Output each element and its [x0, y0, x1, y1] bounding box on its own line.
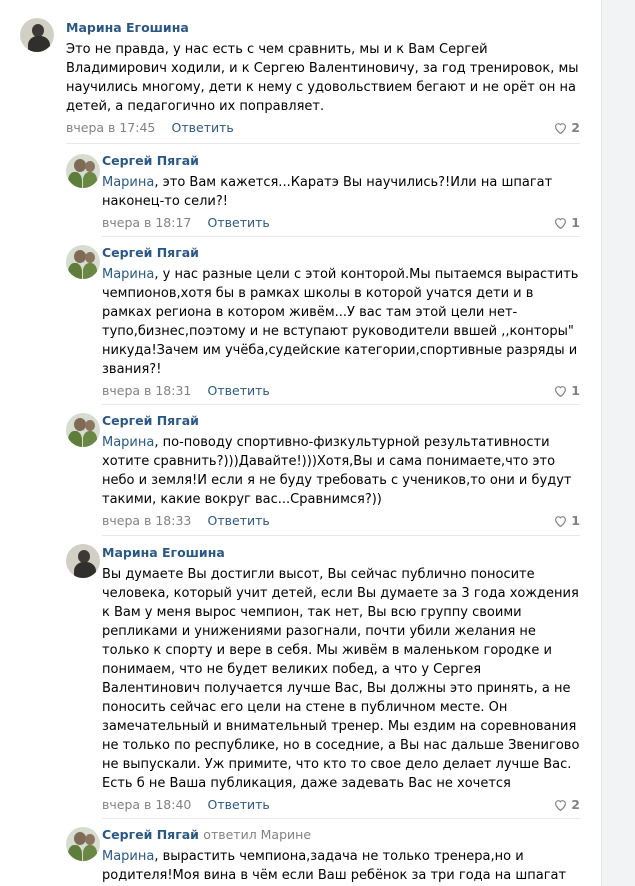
divider: [102, 404, 580, 405]
avatar[interactable]: [66, 544, 100, 578]
reply-button[interactable]: Ответить: [208, 513, 270, 528]
heart-icon: [555, 386, 567, 397]
comment-author[interactable]: Марина Егошина: [66, 20, 580, 36]
avatar[interactable]: [66, 245, 100, 279]
reply-button[interactable]: Ответить: [208, 797, 270, 812]
mention-link[interactable]: Марина: [102, 849, 154, 864]
heart-icon: [555, 800, 567, 811]
comment-text: Это не правда, у нас есть с чем сравнить…: [66, 42, 579, 114]
heart-icon: [555, 218, 567, 229]
comment-text: Марина, по-поводу спортивно-физкультурно…: [102, 435, 572, 507]
comment-author: Сергей Пягай ответил Марине: [102, 827, 580, 843]
avatar[interactable]: [20, 18, 54, 52]
like-button[interactable]: 2: [554, 119, 580, 137]
comment-author[interactable]: Сергей Пягай: [102, 245, 580, 261]
like-button[interactable]: 1: [554, 382, 580, 400]
comment-text: Вы думаете Вы достигли высот, Вы сейчас …: [102, 567, 580, 791]
comment-author[interactable]: Сергей Пягай: [102, 153, 580, 169]
avatar[interactable]: [66, 154, 100, 188]
like-count: 1: [571, 383, 580, 398]
reply-button[interactable]: Ответить: [208, 215, 270, 230]
avatar[interactable]: [66, 827, 100, 861]
comment-time[interactable]: вчера в 18:17: [102, 215, 191, 230]
like-button[interactable]: 1: [554, 214, 580, 232]
like-button[interactable]: 2: [554, 796, 580, 814]
divider: [102, 818, 580, 819]
mention-link[interactable]: Марина: [102, 267, 154, 282]
like-button[interactable]: 1: [554, 512, 580, 530]
like-count: 2: [571, 120, 580, 135]
like-count: 1: [571, 215, 580, 230]
divider: [102, 535, 580, 536]
comment-meta: вчера в 18:31 Ответить 1: [102, 382, 580, 400]
heart-icon: [555, 516, 567, 527]
comment-meta: вчера в 18:33 Ответить 1: [102, 512, 580, 530]
comment-text: Марина, вырастить чемпиона,задача не тол…: [102, 849, 567, 883]
divider: [66, 143, 580, 144]
comment-meta: вчера в 18:40 Ответить 2: [102, 796, 580, 814]
reply-to-label[interactable]: ответил Марине: [203, 827, 311, 842]
like-count: 1: [571, 513, 580, 528]
comment-time[interactable]: вчера в 18:33: [102, 513, 191, 528]
comment-time[interactable]: вчера в 18:40: [102, 797, 191, 812]
reply-button[interactable]: Ответить: [172, 120, 234, 135]
author-link[interactable]: Сергей Пягай: [102, 827, 199, 842]
mention-link[interactable]: Марина: [102, 435, 154, 450]
comment-author[interactable]: Марина Егошина: [102, 545, 580, 561]
comment-time[interactable]: вчера в 17:45: [66, 120, 155, 135]
scrollbar-track[interactable]: [601, 0, 635, 886]
comment-text: Марина, у нас разные цели с этой конторо…: [102, 267, 579, 377]
comment-meta: вчера в 17:45 Ответить 2: [66, 119, 580, 137]
comment-author[interactable]: Сергей Пягай: [102, 413, 580, 429]
comment-text: Марина, это Вам кажется...Каратэ Вы науч…: [102, 175, 553, 209]
mention-link[interactable]: Марина: [102, 175, 154, 190]
comment-time[interactable]: вчера в 18:31: [102, 383, 191, 398]
like-count: 2: [571, 797, 580, 812]
heart-icon: [555, 123, 567, 134]
avatar[interactable]: [66, 413, 100, 447]
comment-meta: вчера в 18:17 Ответить 1: [102, 214, 580, 232]
divider: [102, 236, 580, 237]
reply-button[interactable]: Ответить: [208, 383, 270, 398]
